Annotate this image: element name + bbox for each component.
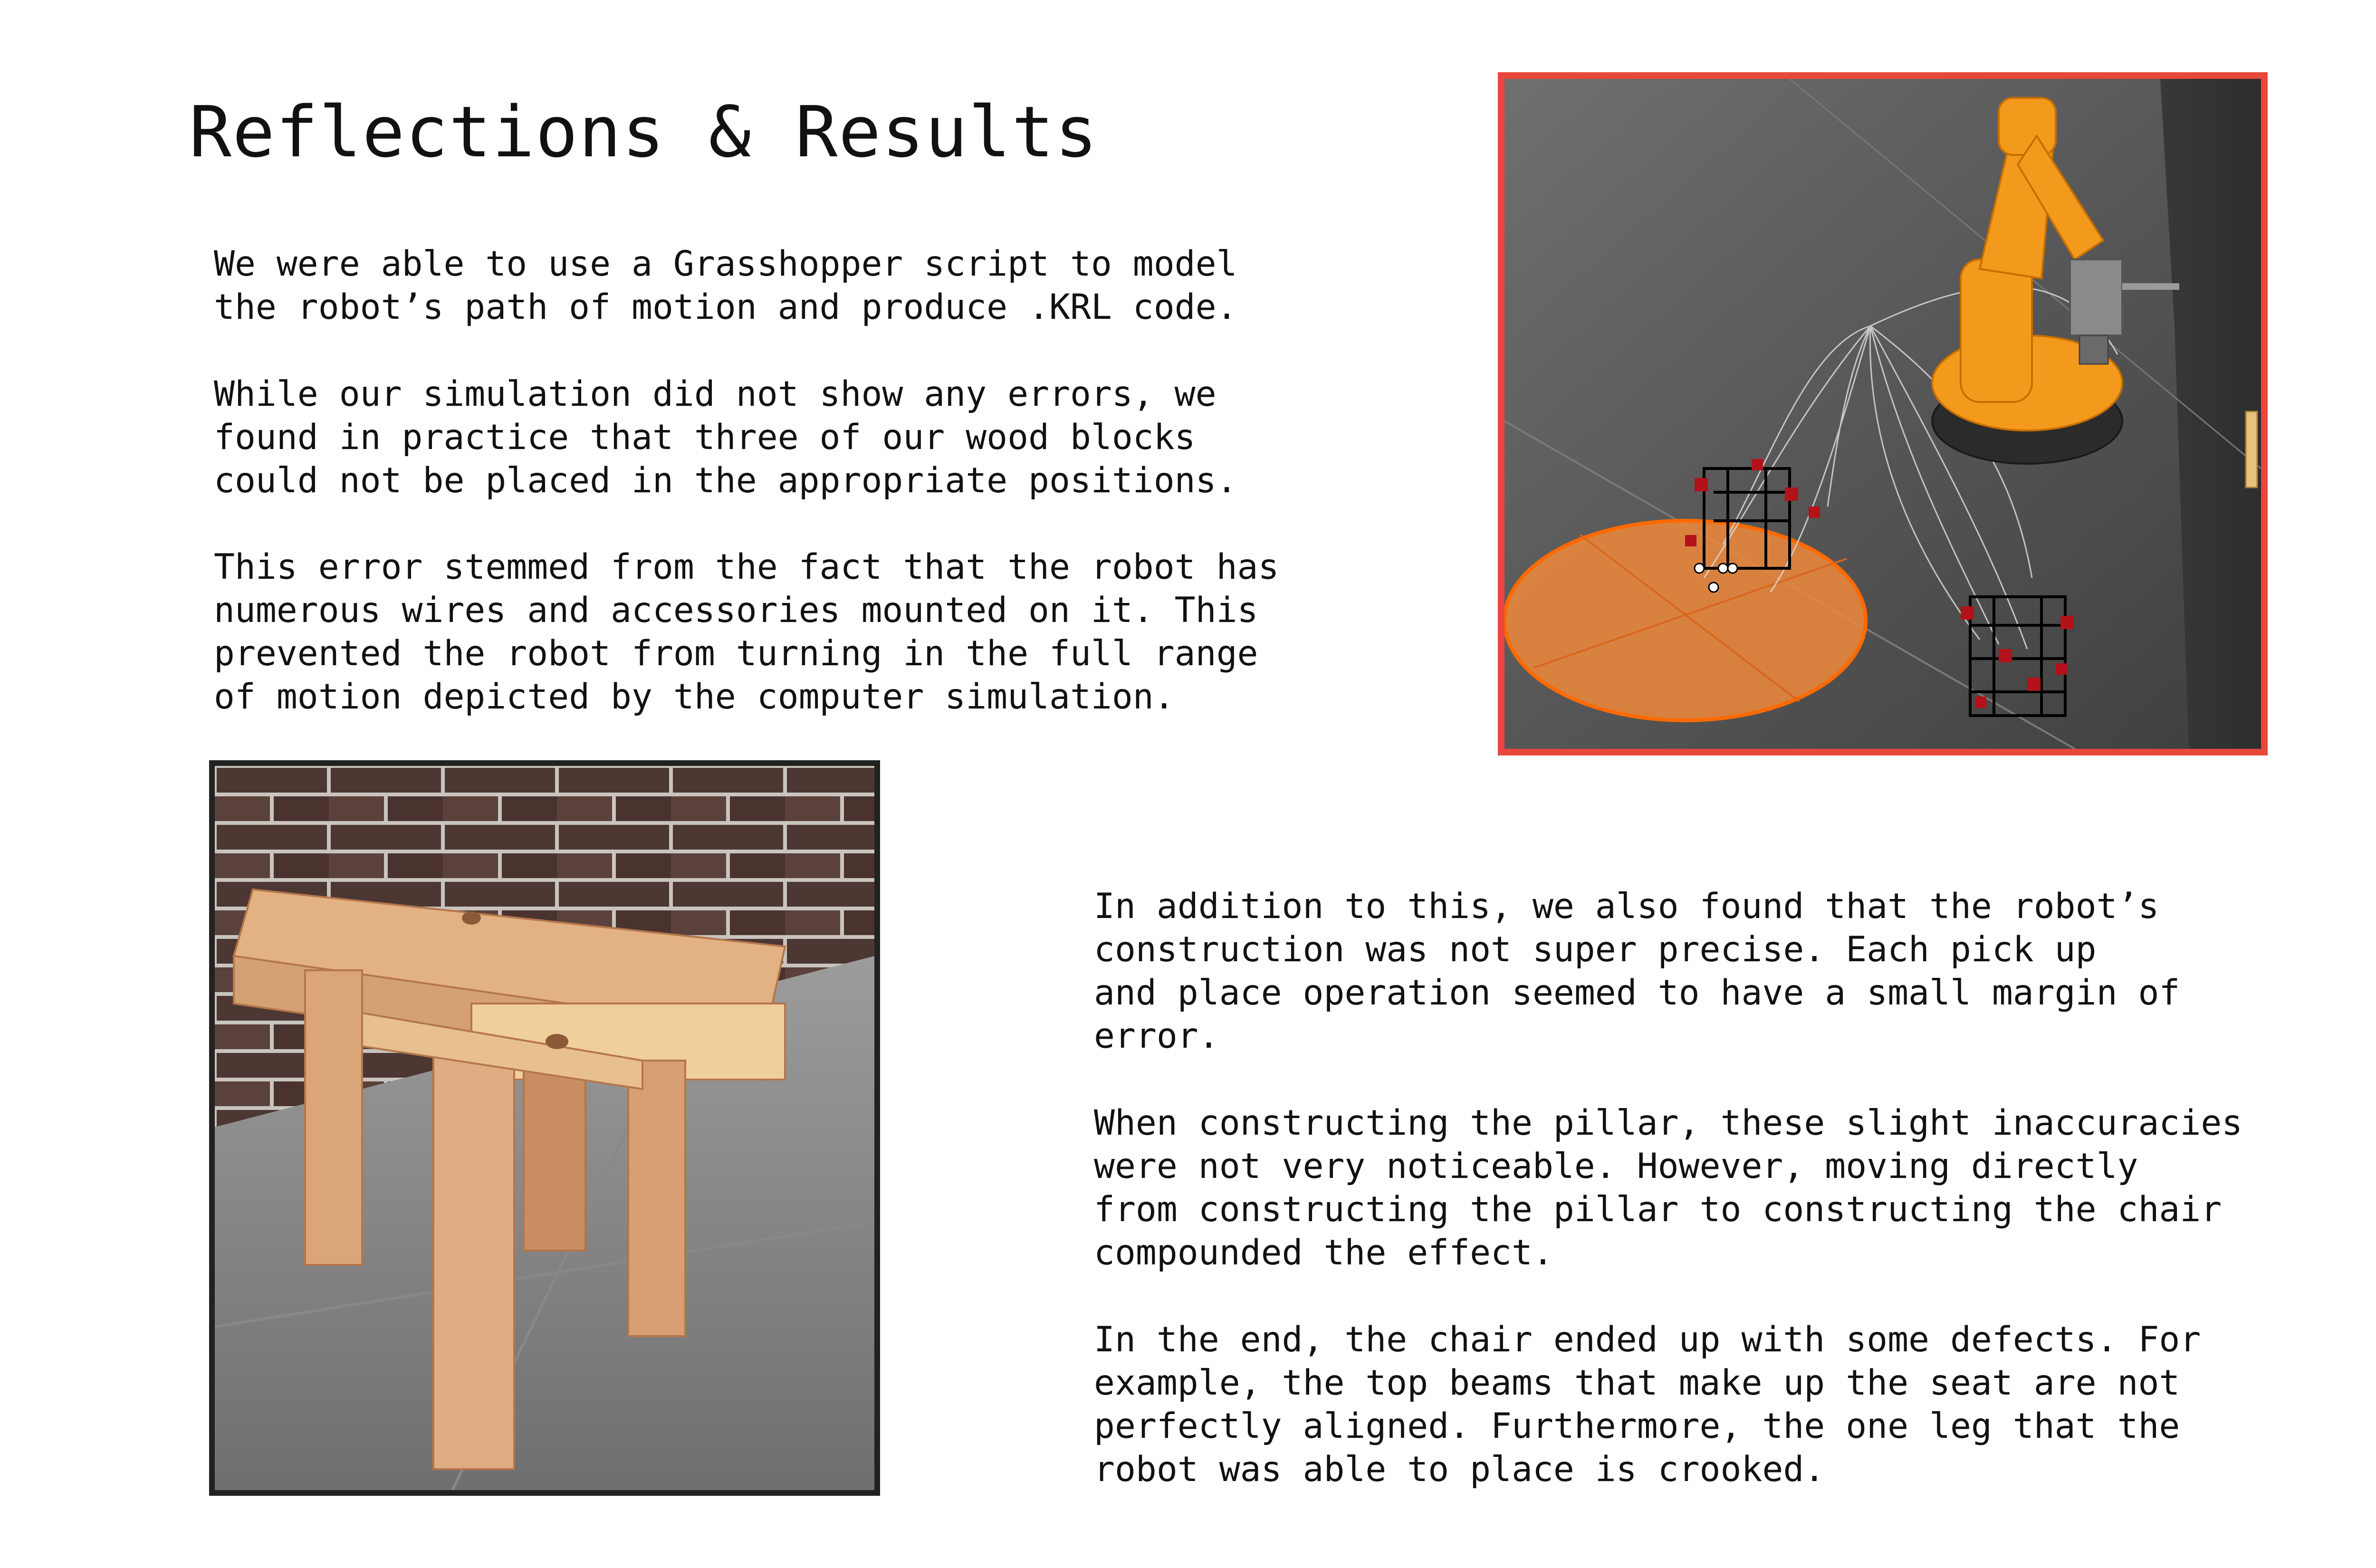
robot-simulation-image xyxy=(1498,72,2268,755)
paragraph-pillar-vs-chair: When constructing the pillar, these slig… xyxy=(1094,1103,2243,1273)
wooden-chair-photo xyxy=(209,760,880,1496)
paragraph-simulation-errors: While our simulation did not show any er… xyxy=(214,374,1237,501)
page-title: Reflections & Results xyxy=(189,91,1099,173)
paragraph-grasshopper: We were able to use a Grasshopper script… xyxy=(214,244,1237,327)
paragraph-chair-defects: In the end, the chair ended up with some… xyxy=(1094,1319,2201,1490)
paragraph-precision: In addition to this, we also found that … xyxy=(1094,886,2180,1056)
paragraph-wire-constraints: This error stemmed from the fact that th… xyxy=(214,547,1279,717)
